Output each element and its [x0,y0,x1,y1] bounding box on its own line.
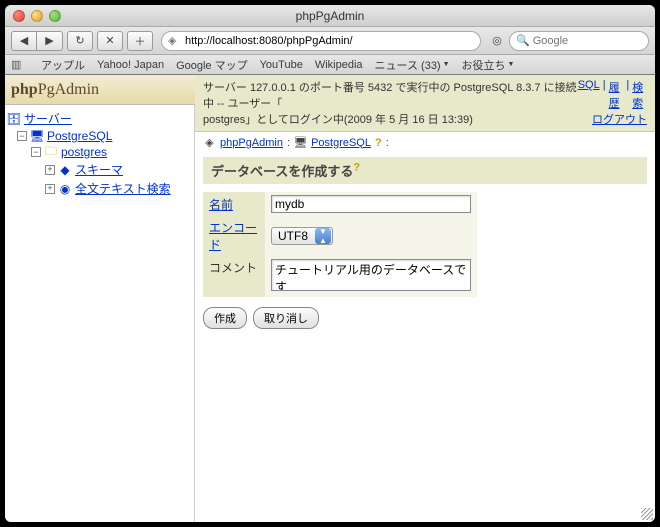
bookmark-youtube[interactable]: YouTube [260,59,303,71]
phppgadmin-logo[interactable]: phpPgAdmin [5,75,195,105]
server-icon: 🖥 [30,129,44,143]
server-info-banner: サーバー 127.0.0.1 のポート番号 5432 で実行中の Postgre… [195,75,655,132]
add-bookmark-button[interactable]: ＋ [127,31,153,51]
bookmark-yahoo[interactable]: Yahoo! Japan [97,59,164,71]
help-icon[interactable]: ? [353,162,360,174]
name-input[interactable] [271,195,471,213]
search-bar[interactable]: 🔍 [509,31,649,51]
window-titlebar: phpPgAdmin [5,5,655,27]
home-button[interactable]: ✕ [97,31,123,51]
sql-link[interactable]: SQL [578,79,600,111]
pgadmin-icon: ◈ [203,136,216,149]
breadcrumb: ◈ phpPgAdmin : 🖥 PostgreSQL? : [195,132,655,153]
encoding-select[interactable]: UTF8 ▼▲ [271,227,333,245]
bookmark-gmaps[interactable]: Google マップ [176,57,248,73]
resize-grip[interactable] [641,508,653,520]
bookmark-useful[interactable]: お役立ち▼ [462,57,515,73]
comment-textarea[interactable] [271,259,471,291]
nav-tree: 🗄 サーバー − 🖥 PostgreSQL − 🗀 postgres + ◆ ス… [5,105,195,522]
history-link[interactable]: 履歴 [609,79,624,111]
search-input[interactable] [533,35,642,47]
tree-server-node[interactable]: − 🖥 PostgreSQL [7,128,192,144]
server-icon: 🖥 [294,136,307,149]
schema-icon: ◆ [58,163,72,177]
url-input[interactable] [185,35,474,47]
bookmarks-icon[interactable]: ▥ [11,58,29,71]
logout-link[interactable]: ログアウト [592,111,647,127]
help-icon[interactable]: ? [375,137,382,149]
comment-label: コメント [203,256,265,297]
encoding-label[interactable]: エンコード [203,216,265,256]
create-button[interactable]: 作成 [203,307,247,329]
window-minimize-button[interactable] [31,10,43,22]
back-button[interactable]: ◀ [11,31,37,51]
expand-icon[interactable]: + [45,184,55,194]
bookmark-apple[interactable]: アップル [41,57,85,73]
expand-icon[interactable]: + [45,165,55,175]
tree-servers-root[interactable]: 🗄 サーバー [7,109,192,128]
create-db-form: 名前 エンコード UTF8 ▼▲ コメント [195,192,655,329]
bookmark-wikipedia[interactable]: Wikipedia [315,59,363,71]
site-favicon: ◈ [168,34,181,47]
forward-button[interactable]: ▶ [37,31,63,51]
dropdown-arrow-icon: ▼▲ [315,228,331,244]
collapse-icon[interactable]: − [17,131,27,141]
search-icon: 🔍 [516,34,530,47]
fts-icon: ◉ [58,182,72,196]
tree-schema-node[interactable]: + ◆ スキーマ [7,160,192,179]
bookmarks-bar: ▥ アップル Yahoo! Japan Google マップ YouTube W… [5,55,655,75]
window-close-button[interactable] [13,10,25,22]
breadcrumb-root[interactable]: phpPgAdmin [220,137,283,149]
url-bar[interactable]: ◈ [161,31,481,51]
browser-toolbar: ◀ ▶ ↻ ✕ ＋ ◈ ◎ 🔍 [5,27,655,55]
rss-icon[interactable]: ◎ [489,31,505,51]
servers-icon: 🗄 [7,112,21,126]
database-icon: 🗀 [44,145,58,159]
reload-button[interactable]: ↻ [67,31,93,51]
cancel-button[interactable]: 取り消し [253,307,319,329]
search-link[interactable]: 検索 [632,79,647,111]
tree-fts-node[interactable]: + ◉ 全文テキスト検索 [7,179,192,198]
tree-database-node[interactable]: − 🗀 postgres [7,144,192,160]
bookmark-news[interactable]: ニュース (33)▼ [375,57,450,73]
window-zoom-button[interactable] [49,10,61,22]
collapse-icon[interactable]: − [31,147,41,157]
name-label[interactable]: 名前 [203,192,265,216]
window-title: phpPgAdmin [296,9,365,23]
breadcrumb-server[interactable]: PostgreSQL [311,137,371,149]
page-heading: データベースを作成する? [203,157,647,184]
